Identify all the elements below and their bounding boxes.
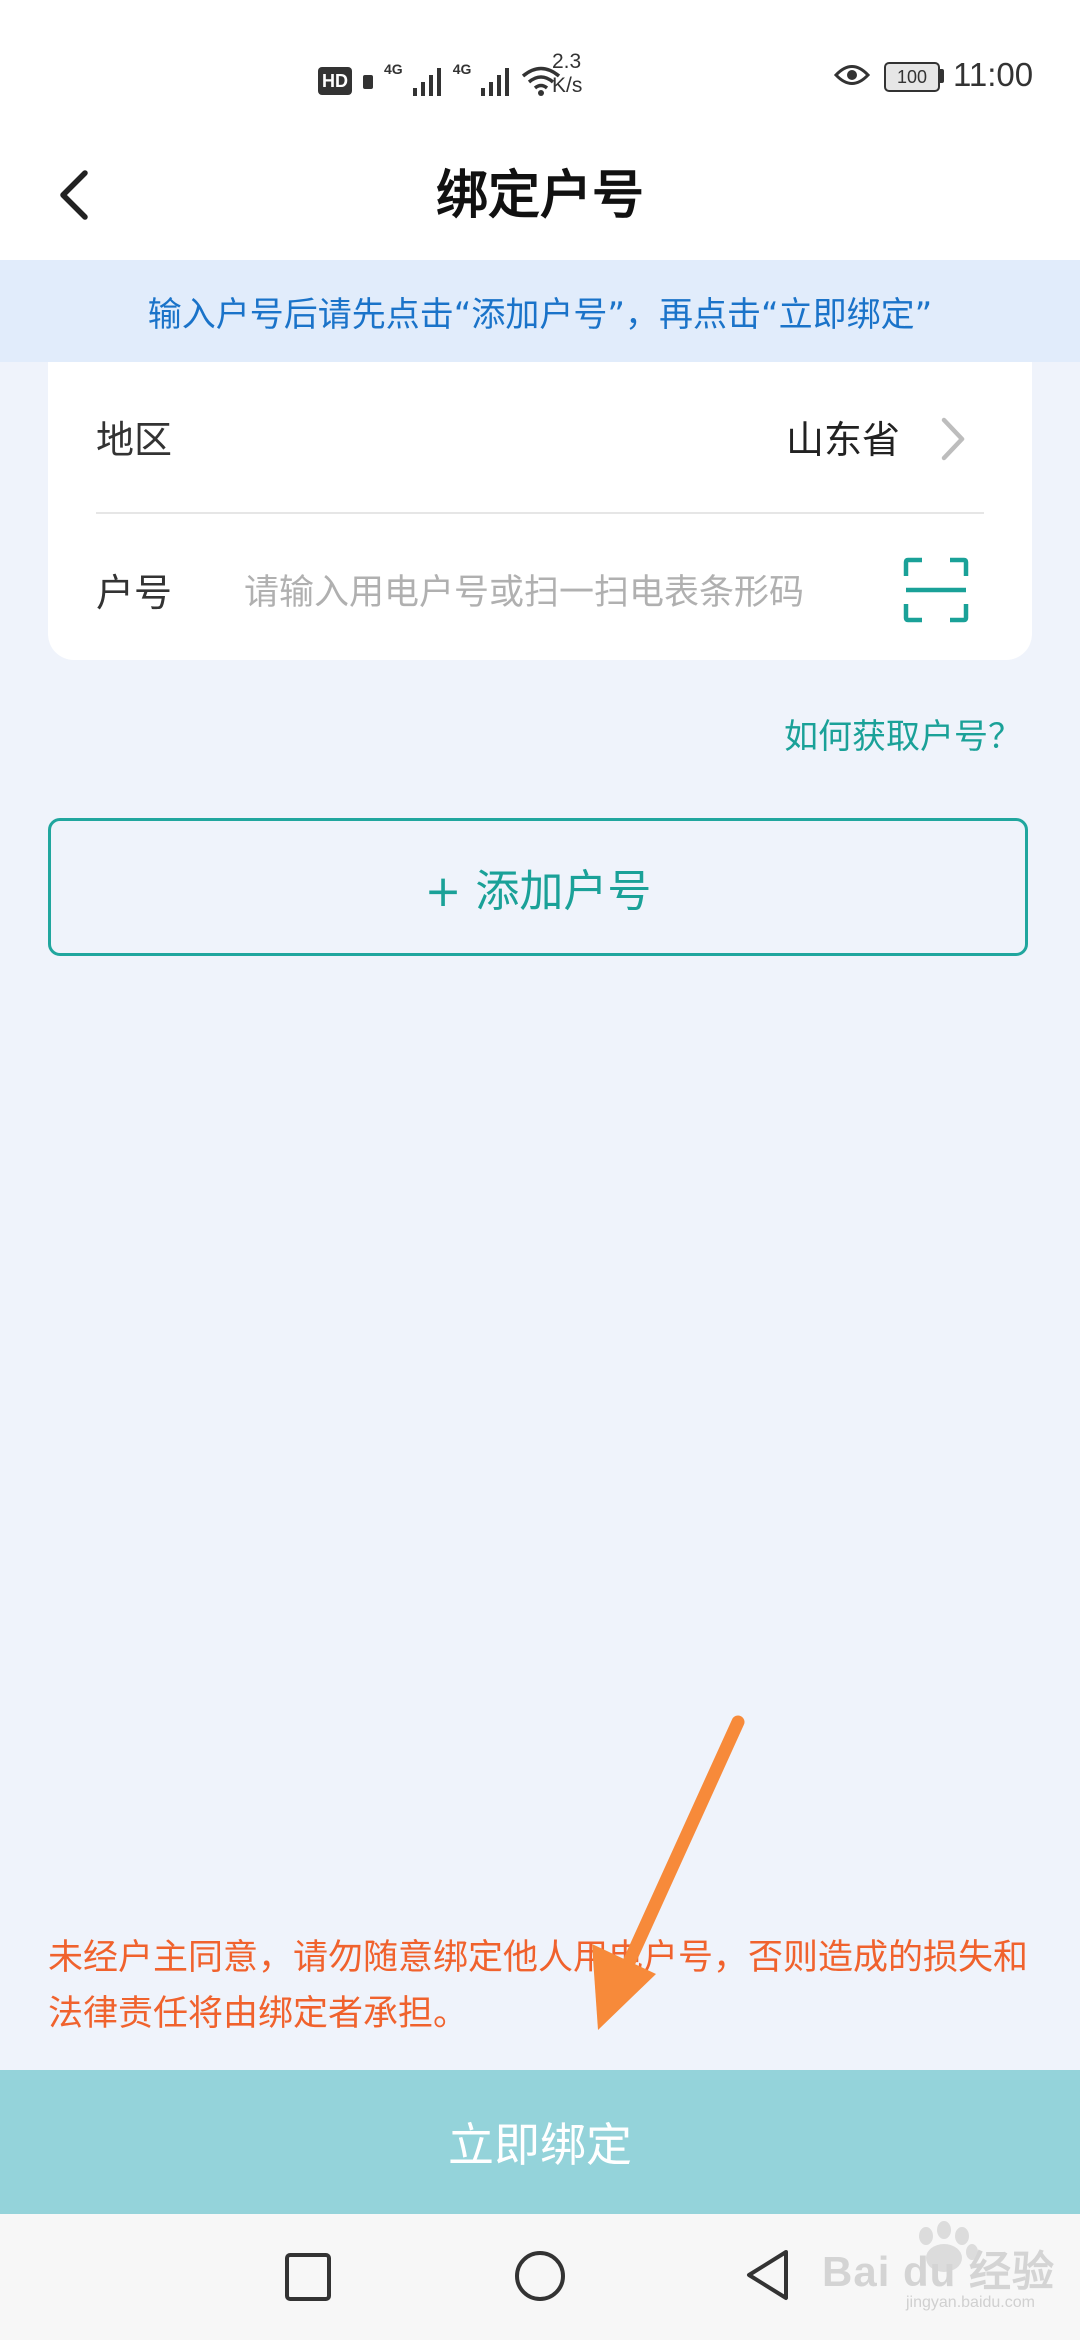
help-link[interactable]: 如何获取户号？ xyxy=(700,712,1022,762)
region-value[interactable]: 山东省 xyxy=(700,412,900,468)
hd-badge: HD xyxy=(318,67,352,95)
signal-1-label: 4G xyxy=(384,61,403,77)
annotation-arrow-icon xyxy=(592,1715,745,2030)
status-icons: HD 4G 4G xyxy=(318,56,561,106)
status-time: 11:00 xyxy=(953,56,1034,93)
divider xyxy=(96,512,984,514)
signal-icon xyxy=(481,68,510,96)
eye-icon xyxy=(834,65,870,85)
battery-icon: 100 xyxy=(884,62,940,92)
triangle-icon[interactable] xyxy=(744,2248,790,2302)
add-account-button[interactable]: + 添加户号 xyxy=(48,818,1028,956)
speed-value: 2.3 xyxy=(552,50,582,73)
page-title: 绑定户号 xyxy=(435,166,644,226)
signal-icon xyxy=(412,68,441,96)
square-icon[interactable] xyxy=(284,2252,332,2302)
bind-now-button[interactable]: 立即绑定 xyxy=(0,2070,1080,2214)
watermark-text: Bai du 经验 xyxy=(822,2248,1056,2295)
speed-unit: K/s xyxy=(552,74,583,97)
scan-icon[interactable] xyxy=(902,556,970,624)
notice-banner: 输入户号后请先点击“添加户号”，再点击“立即绑定” xyxy=(0,260,1080,362)
sim-icon xyxy=(363,75,373,89)
chevron-right-icon[interactable] xyxy=(934,414,970,464)
region-label: 地区 xyxy=(96,418,173,462)
network-speed: 2.3 K/s xyxy=(552,50,612,98)
signal-2-label: 4G xyxy=(452,61,472,77)
battery-tip xyxy=(940,69,944,83)
disclaimer-text: 未经户主同意，请勿随意绑定他人用电户号，否则造成的损失和法律责任将由绑定者承担。 xyxy=(48,1938,1029,2034)
circle-icon[interactable] xyxy=(514,2250,566,2302)
account-label: 户号 xyxy=(96,571,173,615)
watermark-subtext: jingyan.baidu.com xyxy=(906,2294,1035,2311)
account-input[interactable] xyxy=(244,560,884,626)
